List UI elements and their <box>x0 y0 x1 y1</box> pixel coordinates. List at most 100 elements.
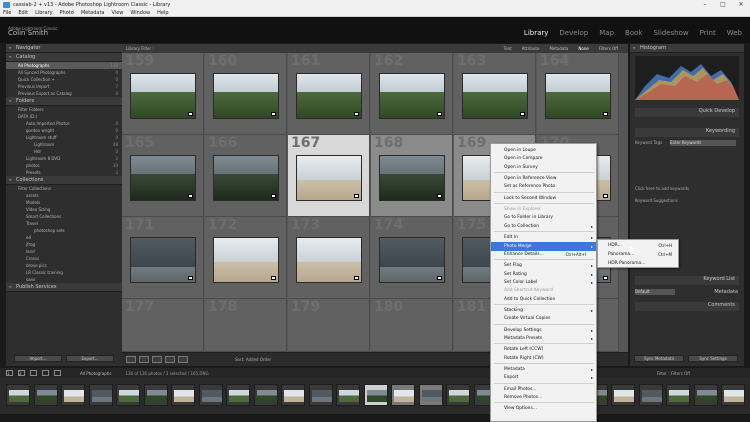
photo-thumbnail[interactable] <box>296 237 362 283</box>
edit-badge-icon[interactable] <box>354 112 359 116</box>
grid-cell[interactable]: 177 <box>122 299 204 352</box>
edit-badge-icon[interactable] <box>354 194 359 198</box>
context-menu-item[interactable]: Create Virtual Copies <box>491 314 596 323</box>
collection-item[interactable]: Smart Collections <box>6 213 122 220</box>
histogram-header[interactable]: Histogram <box>630 44 744 53</box>
grid-cell[interactable]: 160 <box>205 53 287 135</box>
filmstrip-source[interactable]: All Photographs <box>80 371 111 376</box>
photo-thumbnail[interactable] <box>379 155 445 201</box>
grid-cell[interactable]: 163 <box>454 53 536 135</box>
loupe-view-icon[interactable] <box>139 356 149 363</box>
filmstrip-thumbnail[interactable] <box>638 384 663 406</box>
metadata-preset-dropdown[interactable]: Default <box>635 289 675 295</box>
filmstrip-thumbnail[interactable] <box>611 384 635 406</box>
collection-item[interactable]: Models <box>6 199 122 206</box>
collection-item[interactable]: sans <box>6 276 122 283</box>
catalog-item[interactable]: All Synced Photographs 0 <box>6 69 122 76</box>
grid-icon[interactable] <box>30 370 37 376</box>
filmstrip-thumbnail[interactable] <box>391 384 415 406</box>
grid-cell[interactable]: 159 <box>122 53 204 135</box>
edit-badge-icon[interactable] <box>188 112 193 116</box>
context-menu-item[interactable]: Enhance Details... Ctrl+Alt+I <box>491 250 596 259</box>
edit-badge-icon[interactable] <box>603 194 608 198</box>
grid-cell[interactable]: 174 <box>371 217 453 299</box>
quick-develop-header[interactable]: Quick Develop <box>635 108 739 117</box>
menu-metadata[interactable]: Metadata <box>81 10 105 16</box>
filter-collections-input[interactable]: Filter Collections <box>6 185 122 192</box>
filmstrip-thumbnail[interactable] <box>171 384 195 406</box>
filter-none[interactable]: None <box>578 46 588 51</box>
forward-icon[interactable] <box>54 370 61 376</box>
edit-badge-icon[interactable] <box>603 112 608 116</box>
edit-badge-icon[interactable] <box>520 112 525 116</box>
collection-item[interactable]: photoshop sets <box>6 227 122 234</box>
photo-thumbnail[interactable] <box>130 73 196 119</box>
grid-cell[interactable]: 164 <box>537 53 619 135</box>
filmstrip-thumbnail[interactable] <box>88 384 113 406</box>
photo-thumbnail[interactable] <box>379 73 445 119</box>
folder-item[interactable]: photos 39 <box>6 162 122 169</box>
grid-cell[interactable]: 178 <box>205 299 287 352</box>
edit-badge-icon[interactable] <box>271 194 276 198</box>
context-menu-item[interactable]: Export ▸ <box>491 373 596 382</box>
context-menu-item[interactable]: Metadata Presets ▸ <box>491 334 596 343</box>
filmstrip-thumbnail[interactable] <box>6 384 30 406</box>
grid-view-icon[interactable] <box>126 356 136 363</box>
grid-cell[interactable]: 167 <box>288 135 370 217</box>
grid-cell[interactable]: 168 <box>371 135 453 217</box>
module-print[interactable]: Print <box>700 29 716 37</box>
edit-badge-icon[interactable] <box>603 276 608 280</box>
painter-icon[interactable] <box>178 356 188 363</box>
back-icon[interactable] <box>42 370 49 376</box>
photo-thumbnail[interactable] <box>213 237 279 283</box>
edit-badge-icon[interactable] <box>271 276 276 280</box>
submenu-item[interactable]: Panorama... Ctrl+M <box>598 250 678 259</box>
folder-item[interactable]: Auto Imported Photos 0 <box>6 120 122 127</box>
menu-help[interactable]: Help <box>157 10 168 16</box>
filmstrip-thumbnail[interactable] <box>253 384 278 406</box>
edit-badge-icon[interactable] <box>437 194 442 198</box>
module-map[interactable]: Map <box>599 29 614 37</box>
filmstrip-thumbnail[interactable] <box>721 384 745 406</box>
grid-cell[interactable]: 179 <box>288 299 370 352</box>
module-web[interactable]: Web <box>727 29 742 37</box>
filmstrip-thumbnail[interactable] <box>226 384 250 406</box>
filmstrip-thumbnail[interactable] <box>61 384 85 406</box>
maximize-icon[interactable]: □ <box>714 1 732 8</box>
folder-item[interactable]: Presets 3 <box>6 169 122 176</box>
photo-thumbnail[interactable] <box>213 155 279 201</box>
filmstrip-thumbnail[interactable] <box>143 384 168 406</box>
filmstrip-thumbnail[interactable] <box>308 384 333 406</box>
keyword-tags-dropdown[interactable]: Enter Keywords <box>670 140 736 146</box>
folder-item[interactable]: gordon wright 0 <box>6 127 122 134</box>
metadata-header[interactable]: Metadata <box>690 289 738 295</box>
photo-thumbnail[interactable] <box>545 73 611 119</box>
comments-header[interactable]: Comments <box>635 302 739 311</box>
photo-thumbnail[interactable] <box>130 155 196 201</box>
filter-attribute[interactable]: Attribute <box>522 46 540 51</box>
close-icon[interactable]: ✕ <box>732 1 750 8</box>
folder-item[interactable]: Lightroom stuff 0 <box>6 134 122 141</box>
module-develop[interactable]: Develop <box>559 29 588 37</box>
module-slideshow[interactable]: Slideshow <box>653 29 688 37</box>
filmstrip-thumbnail[interactable] <box>418 384 443 406</box>
keyword-list-header[interactable]: Keyword List <box>635 276 739 285</box>
catalog-item[interactable]: Previous Import 7 <box>6 83 122 90</box>
catalog-item[interactable]: All Photographs 136 <box>6 62 122 69</box>
filmstrip-thumbnail[interactable] <box>363 384 388 406</box>
grid-cell[interactable]: 180 <box>371 299 453 352</box>
context-menu-item[interactable]: Set as Reference Photo <box>491 182 596 191</box>
grid-cell[interactable]: 171 <box>122 217 204 299</box>
collection-item[interactable]: Video Sizing <box>6 206 122 213</box>
photo-thumbnail[interactable] <box>130 237 196 283</box>
collection-item[interactable]: land <box>6 248 122 255</box>
grid-cell[interactable]: 172 <box>205 217 287 299</box>
context-menu-item[interactable]: Add to Quick Collection <box>491 295 596 304</box>
menu-photo[interactable]: Photo <box>60 10 74 16</box>
filter-text[interactable]: Text <box>504 46 512 51</box>
context-menu-item[interactable]: View Options... <box>491 404 596 413</box>
collection-item[interactable]: Travel <box>6 220 122 227</box>
edit-badge-icon[interactable] <box>188 276 193 280</box>
sync-metadata-button[interactable]: Sync Metadata <box>634 355 684 362</box>
filmstrip-thumbnail[interactable] <box>666 384 690 406</box>
